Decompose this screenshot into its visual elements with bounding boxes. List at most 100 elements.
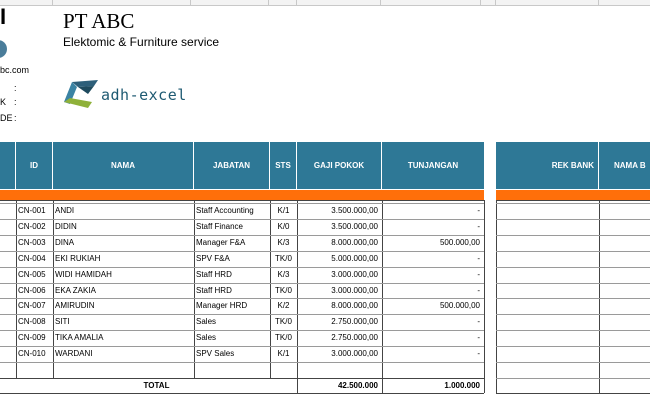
cell-jabatan: Staff Finance xyxy=(196,222,243,231)
field-colon: : xyxy=(14,113,17,123)
grid-line xyxy=(0,362,484,363)
cell-nama: EKA ZAKIA xyxy=(55,286,96,295)
cell-jabatan: Sales xyxy=(196,317,217,326)
grid-line xyxy=(496,314,650,315)
cell-id: CN-002 xyxy=(18,222,46,231)
cell-tunjangan: - xyxy=(477,270,480,279)
cell-gaji-pokok: 3.500.000,00 xyxy=(331,222,378,231)
company-website-partial: bc.com xyxy=(0,65,30,75)
cell-id: CN-001 xyxy=(18,206,46,215)
grid-line xyxy=(496,298,650,299)
cell-jabatan: SPV Sales xyxy=(196,349,235,358)
cell-gaji-pokok: 8.000.000,00 xyxy=(331,238,378,247)
cell-id: CN-003 xyxy=(18,238,46,247)
cell-gaji-pokok: 3.000.000,00 xyxy=(331,349,378,358)
orange-separator-bank xyxy=(496,190,650,200)
grid-line xyxy=(496,346,650,347)
cell-sts: TK/0 xyxy=(275,317,292,326)
grid-line xyxy=(496,267,650,268)
col-header-sts: STS xyxy=(270,142,297,189)
col-header-nama-bank: NAMA B xyxy=(599,142,650,189)
grid-line xyxy=(496,393,650,394)
grid-line xyxy=(599,200,600,393)
cell-gaji-pokok: 3.000.000,00 xyxy=(331,270,378,279)
cell-sts: K/1 xyxy=(277,349,290,358)
total-label: TOTAL xyxy=(143,381,170,390)
cell-jabatan: Staff Accounting xyxy=(196,206,254,215)
cell-gaji-pokok: 5.000.000,00 xyxy=(331,254,378,263)
cell-gaji-pokok: 3.000.000,00 xyxy=(331,286,378,295)
cell-sts: K/3 xyxy=(277,238,290,247)
col-header-tunjangan: TUNJANGAN xyxy=(382,142,484,189)
grid-line xyxy=(496,235,650,236)
grid-line xyxy=(0,200,484,201)
cell-tunjangan: - xyxy=(477,206,480,215)
grid-line xyxy=(496,200,497,393)
grid-line xyxy=(0,393,484,394)
grid-line xyxy=(53,200,54,378)
grid-line xyxy=(496,330,650,331)
cell-sts: TK/0 xyxy=(275,333,292,342)
cell-sts: K/0 xyxy=(277,222,290,231)
cell-tunjangan: - xyxy=(477,333,480,342)
grid-line xyxy=(496,251,650,252)
grid-line xyxy=(496,203,650,204)
total-tunjangan: 1.000.000 xyxy=(444,381,480,390)
cell-sts: TK/0 xyxy=(275,254,292,263)
cell-jabatan: Staff HRD xyxy=(196,286,232,295)
col-header-gaji-pokok: GAJI POKOK xyxy=(297,142,382,189)
field-label-partial-2: DE xyxy=(0,113,13,123)
cell-id: CN-007 xyxy=(18,301,46,310)
cell-nama: TIKA AMALIA xyxy=(55,333,104,342)
cell-sts: TK/0 xyxy=(275,286,292,295)
cell-gaji-pokok: 3.500.000,00 xyxy=(331,206,378,215)
cell-id: CN-009 xyxy=(18,333,46,342)
cell-nama: EKI RUKIAH xyxy=(55,254,101,263)
cell-sts: K/3 xyxy=(277,270,290,279)
cell-id: CN-010 xyxy=(18,349,46,358)
cell-tunjangan: 500.000,00 xyxy=(439,238,480,247)
col-header-nama: NAMA xyxy=(53,142,194,189)
cell-sts: K/2 xyxy=(277,301,290,310)
col-header-jabatan: JABATAN xyxy=(194,142,270,189)
cell-id: CN-004 xyxy=(18,254,46,263)
cell-jabatan: SPV F&A xyxy=(196,254,230,263)
cell-nama: DINA xyxy=(55,238,75,247)
cell-tunjangan: - xyxy=(477,349,480,358)
field-label-partial-1: K xyxy=(0,97,7,107)
field-colon: : xyxy=(14,97,17,107)
cell-nama: WARDANI xyxy=(55,349,93,358)
cell-tunjangan: - xyxy=(477,286,480,295)
partial-logo-glyph: I xyxy=(0,4,7,29)
cell-jabatan: Sales xyxy=(196,333,217,342)
total-gaji-pokok: 42.500.000 xyxy=(337,381,378,390)
cell-gaji-pokok: 2.750.000,00 xyxy=(331,317,378,326)
field-colon: : xyxy=(14,83,17,93)
column-header-strip xyxy=(0,0,650,6)
company-tagline: Elektomic & Furniture service xyxy=(63,35,220,49)
cell-id: CN-008 xyxy=(18,317,46,326)
grid-line xyxy=(496,200,650,201)
grid-line xyxy=(484,200,485,378)
cell-tunjangan: - xyxy=(477,254,480,263)
grid-line xyxy=(496,378,650,379)
cell-jabatan: Manager F&A xyxy=(196,238,246,247)
cell-jabatan: Staff HRD xyxy=(196,270,232,279)
cell-tunjangan: - xyxy=(477,317,480,326)
cell-nama: WIDI HAMIDAH xyxy=(55,270,112,279)
cell-nama: ANDI xyxy=(55,206,75,215)
cell-jabatan: Manager HRD xyxy=(196,301,248,310)
orange-separator xyxy=(0,190,484,200)
cell-tunjangan: 500.000,00 xyxy=(439,301,480,310)
cell-tunjangan: - xyxy=(477,222,480,231)
cell-sts: K/1 xyxy=(277,206,290,215)
cell-nama: DIDIN xyxy=(55,222,77,231)
cell-nama: AMIRUDIN xyxy=(55,301,95,310)
cell-gaji-pokok: 2.750.000,00 xyxy=(331,333,378,342)
grid-line xyxy=(16,200,17,378)
company-name: PT ABC xyxy=(63,9,135,33)
cell-id: CN-005 xyxy=(18,270,46,279)
grid-line xyxy=(496,283,650,284)
cell-nama: SITI xyxy=(55,317,70,326)
col-header-rek-bank: REK BANK xyxy=(496,142,599,189)
